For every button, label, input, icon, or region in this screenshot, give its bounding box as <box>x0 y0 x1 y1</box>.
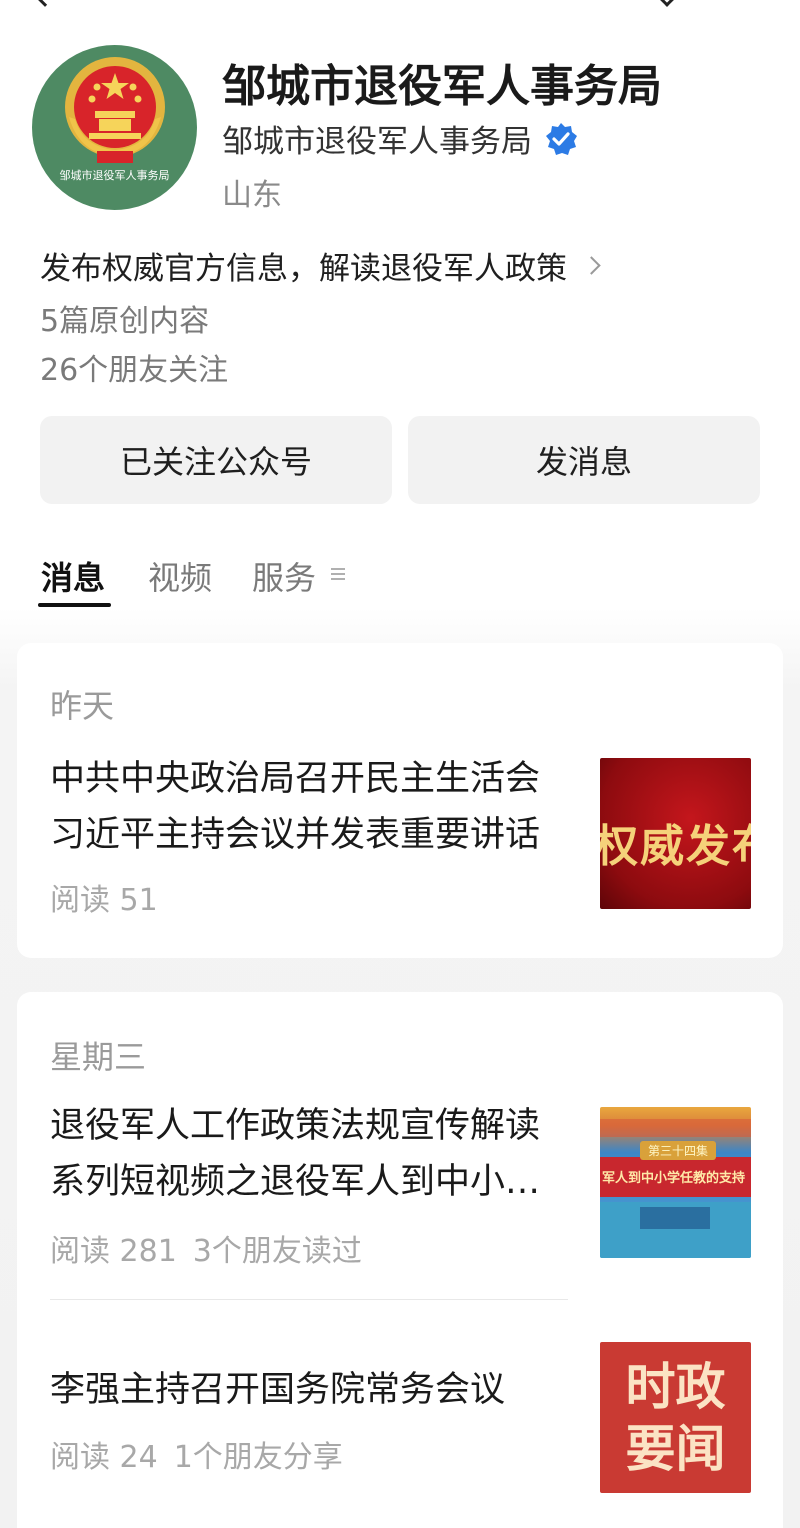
intro-text: 发布权威官方信息，解读退役军人政策 <box>40 251 567 287</box>
account-intro[interactable]: 发布权威官方信息，解读退役军人政策 <box>40 243 601 288</box>
thumbnail-text: 时政 <box>625 1358 726 1416</box>
menu-icon[interactable] <box>331 568 345 580</box>
article-reads: 阅读 51 <box>50 883 158 918</box>
article-friends-shared: 1个朋友分享 <box>173 1440 343 1475</box>
account-region: 山东 <box>222 178 282 213</box>
article-meta: 阅读 281 3个朋友读过 <box>50 1226 362 1270</box>
thumbnail-text: 军人到中小学任教的支持 <box>602 1171 746 1186</box>
follow-button[interactable]: 已关注公众号 <box>40 416 392 504</box>
feed-group: 星期三 退役军人工作政策法规宣传解读系列短视频之退役军人到中小学任教的支持政策 … <box>17 992 783 1528</box>
account-name: 邹城市退役军人事务局 <box>222 61 662 112</box>
avatar[interactable]: 邹城市退役军人事务局 <box>32 45 197 210</box>
account-subname-row: 邹城市退役军人事务局 <box>222 116 578 161</box>
article-thumbnail[interactable]: 时政 要闻 <box>600 1342 751 1493</box>
top-bar <box>0 0 800 14</box>
article-reads: 阅读 24 <box>50 1440 158 1475</box>
thumbnail-text: 权威发布 <box>600 821 751 872</box>
article-meta: 阅读 24 1个朋友分享 <box>50 1432 343 1476</box>
article-meta: 阅读 51 <box>50 875 158 919</box>
article-title[interactable]: 中共中央政治局召开民主生活会 习近平主持会议并发表重要讲话 <box>50 751 570 863</box>
chevron-right-icon <box>582 256 601 275</box>
send-message-button[interactable]: 发消息 <box>408 416 760 504</box>
more-icon[interactable] <box>657 0 677 7</box>
avatar-caption: 邹城市退役军人事务局 <box>59 169 170 182</box>
thumbnail-badge: 第三十四集 <box>640 1141 717 1160</box>
verified-icon <box>546 122 577 155</box>
article-thumbnail[interactable]: 权威发布 <box>600 758 751 909</box>
article-thumbnail[interactable]: 第三十四集 军人到中小学任教的支持 <box>600 1107 751 1258</box>
back-icon[interactable] <box>35 0 55 7</box>
article-divider <box>50 1299 568 1300</box>
tab-services[interactable]: 服务 <box>252 553 316 599</box>
active-tab-indicator <box>38 603 111 607</box>
article-title[interactable]: 退役军人工作政策法规宣传解读系列短视频之退役军人到中小学任教的支持政策 <box>50 1098 570 1210</box>
account-subname: 邹城市退役军人事务局 <box>222 124 532 160</box>
feed-date: 昨天 <box>50 687 115 725</box>
national-emblem-icon <box>65 57 165 163</box>
friends-following[interactable]: 26个朋友关注 <box>40 345 228 389</box>
feed-group: 昨天 中共中央政治局召开民主生活会 习近平主持会议并发表重要讲话 阅读 51 权… <box>17 643 783 958</box>
article-title[interactable]: 李强主持召开国务院常务会议 <box>50 1362 570 1418</box>
thumbnail-stage <box>640 1207 710 1229</box>
article-reads: 阅读 281 <box>50 1234 177 1269</box>
original-count[interactable]: 5篇原创内容 <box>40 296 209 340</box>
thumbnail-text: 要闻 <box>625 1420 726 1478</box>
tab-videos[interactable]: 视频 <box>148 553 212 599</box>
feed-date: 星期三 <box>50 1038 147 1076</box>
tab-messages[interactable]: 消息 <box>41 553 105 599</box>
thumbnail-banner-top <box>600 1119 751 1137</box>
article-friends-read: 3个朋友读过 <box>192 1234 362 1269</box>
